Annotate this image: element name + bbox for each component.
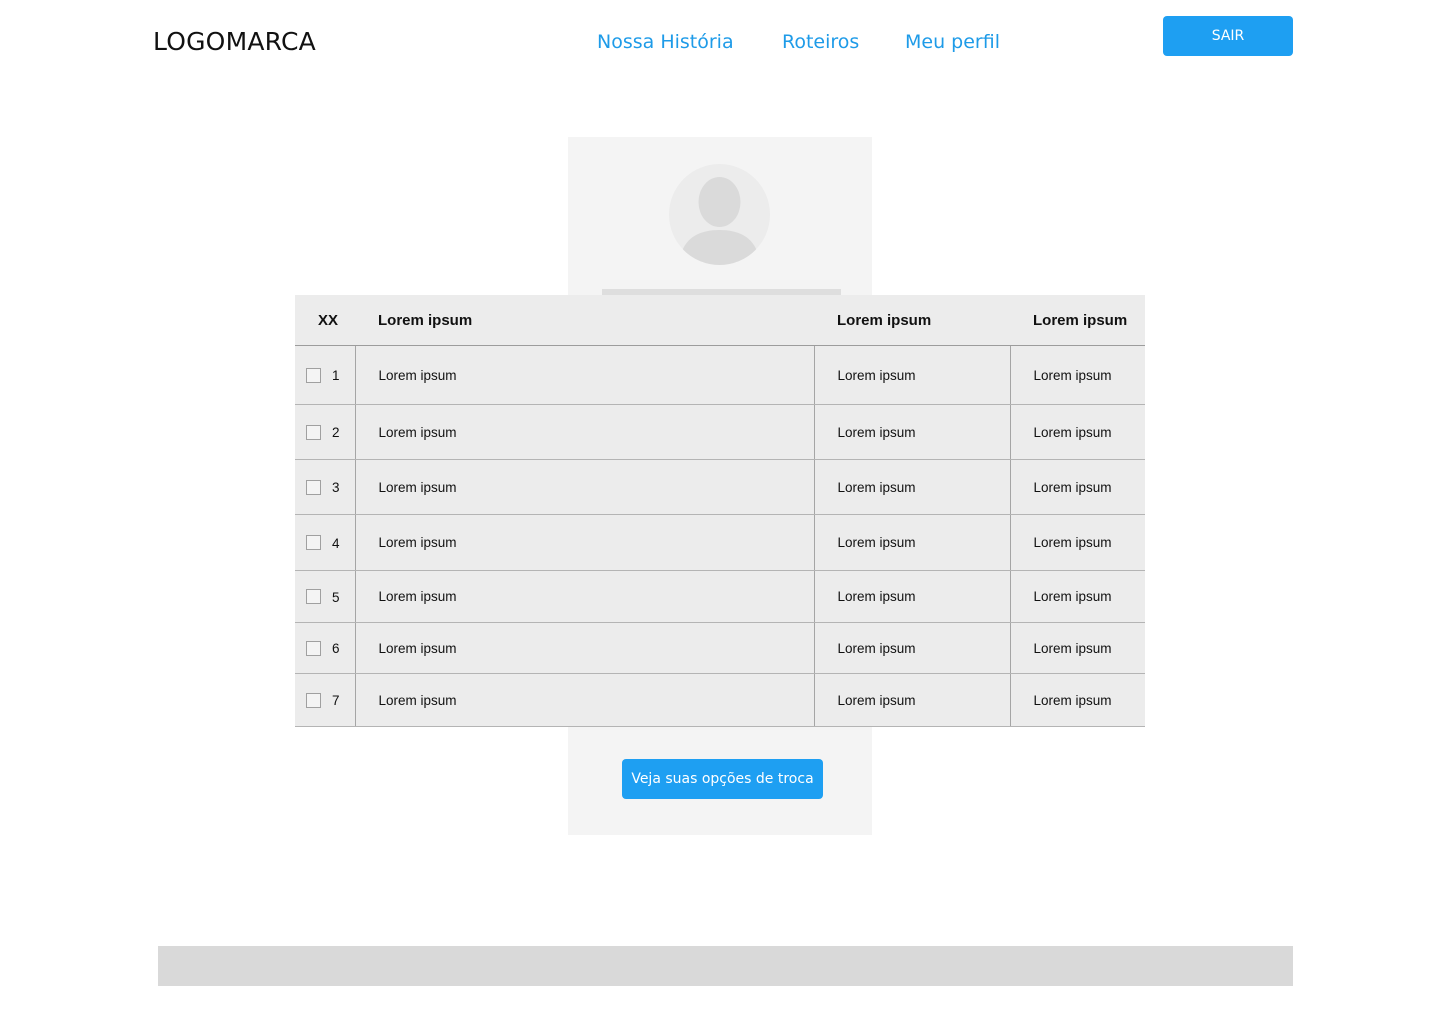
row-checkbox[interactable] — [306, 589, 321, 605]
table-cell: Lorem ipsum — [1009, 622, 1145, 674]
table-cell: Lorem ipsum — [813, 459, 1010, 515]
user-silhouette-icon — [679, 177, 760, 265]
footer — [158, 946, 1293, 986]
row-number-cell: 2 — [295, 404, 355, 460]
table-cell: Lorem ipsum — [813, 673, 1010, 727]
table-cell: Lorem ipsum — [813, 570, 1010, 623]
column-header-3[interactable]: Lorem ipsum — [1010, 295, 1145, 346]
column-header-xx[interactable]: XX — [295, 295, 355, 346]
row-checkbox[interactable] — [306, 367, 321, 383]
table-cell: Lorem ipsum — [1009, 570, 1145, 623]
table-cell: Lorem ipsum — [813, 622, 1010, 674]
row-number: 5 — [332, 589, 340, 605]
table-row: 3 Lorem ipsum Lorem ipsum Lorem ipsum — [295, 459, 1145, 515]
table: XX Lorem ipsum Lorem ipsum Lorem ipsum 1… — [295, 295, 1145, 727]
table-cell: Lorem ipsum — [354, 622, 814, 674]
row-checkbox[interactable] — [306, 692, 321, 708]
table-header-row: XX Lorem ipsum Lorem ipsum Lorem ipsum — [295, 295, 1145, 346]
row-number-cell: 6 — [295, 622, 355, 674]
table-row: 1 Lorem ipsum Lorem ipsum Lorem ipsum — [295, 345, 1145, 405]
table-cell: Lorem ipsum — [813, 345, 1010, 405]
table-row: 7 Lorem ipsum Lorem ipsum Lorem ipsum — [295, 673, 1145, 727]
logout-button[interactable]: SAIR — [1163, 16, 1293, 56]
table-row: 4 Lorem ipsum Lorem ipsum Lorem ipsum — [295, 514, 1145, 571]
avatar — [669, 164, 770, 265]
row-checkbox[interactable] — [306, 640, 321, 656]
row-number: 6 — [332, 640, 340, 656]
row-checkbox[interactable] — [306, 424, 321, 440]
nav-link-nossa-historia[interactable]: Nossa História — [597, 31, 734, 53]
column-header-2[interactable]: Lorem ipsum — [814, 295, 1010, 346]
logo[interactable]: LOGOMARCA — [153, 27, 316, 56]
nav-link-roteiros[interactable]: Roteiros — [782, 31, 859, 53]
table-cell: Lorem ipsum — [354, 404, 814, 460]
row-number-cell: 3 — [295, 459, 355, 515]
table-cell: Lorem ipsum — [813, 404, 1010, 460]
table-cell: Lorem ipsum — [813, 514, 1010, 571]
table-row: 5 Lorem ipsum Lorem ipsum Lorem ipsum — [295, 570, 1145, 623]
table-cell: Lorem ipsum — [1009, 404, 1145, 460]
row-number: 3 — [332, 479, 340, 495]
nav-link-meu-perfil[interactable]: Meu perfil — [905, 31, 1000, 53]
table-cell: Lorem ipsum — [354, 345, 814, 405]
row-number: 7 — [332, 692, 340, 708]
row-number-cell: 1 — [295, 345, 355, 405]
table-cell: Lorem ipsum — [1009, 673, 1145, 727]
row-number-cell: 4 — [295, 514, 355, 571]
row-number: 2 — [332, 424, 340, 440]
table-cell: Lorem ipsum — [354, 673, 814, 727]
table-cell: Lorem ipsum — [1009, 514, 1145, 571]
row-checkbox[interactable] — [306, 479, 321, 495]
row-number: 1 — [332, 367, 340, 383]
table-cell: Lorem ipsum — [1009, 459, 1145, 515]
table-cell: Lorem ipsum — [354, 514, 814, 571]
row-number-cell: 5 — [295, 570, 355, 623]
row-number: 4 — [332, 535, 340, 551]
table-row: 6 Lorem ipsum Lorem ipsum Lorem ipsum — [295, 622, 1145, 674]
column-header-1[interactable]: Lorem ipsum — [355, 295, 814, 346]
table-row: 2 Lorem ipsum Lorem ipsum Lorem ipsum — [295, 404, 1145, 460]
table-cell: Lorem ipsum — [354, 570, 814, 623]
exchange-options-button[interactable]: Veja suas opções de troca — [622, 759, 823, 799]
row-number-cell: 7 — [295, 673, 355, 727]
table-cell: Lorem ipsum — [1009, 345, 1145, 405]
row-checkbox[interactable] — [306, 535, 321, 551]
page: LOGOMARCA Nossa História Roteiros Meu pe… — [0, 0, 1440, 1024]
table-cell: Lorem ipsum — [354, 459, 814, 515]
items-table: XX Lorem ipsum Lorem ipsum Lorem ipsum 1… — [295, 295, 1145, 727]
